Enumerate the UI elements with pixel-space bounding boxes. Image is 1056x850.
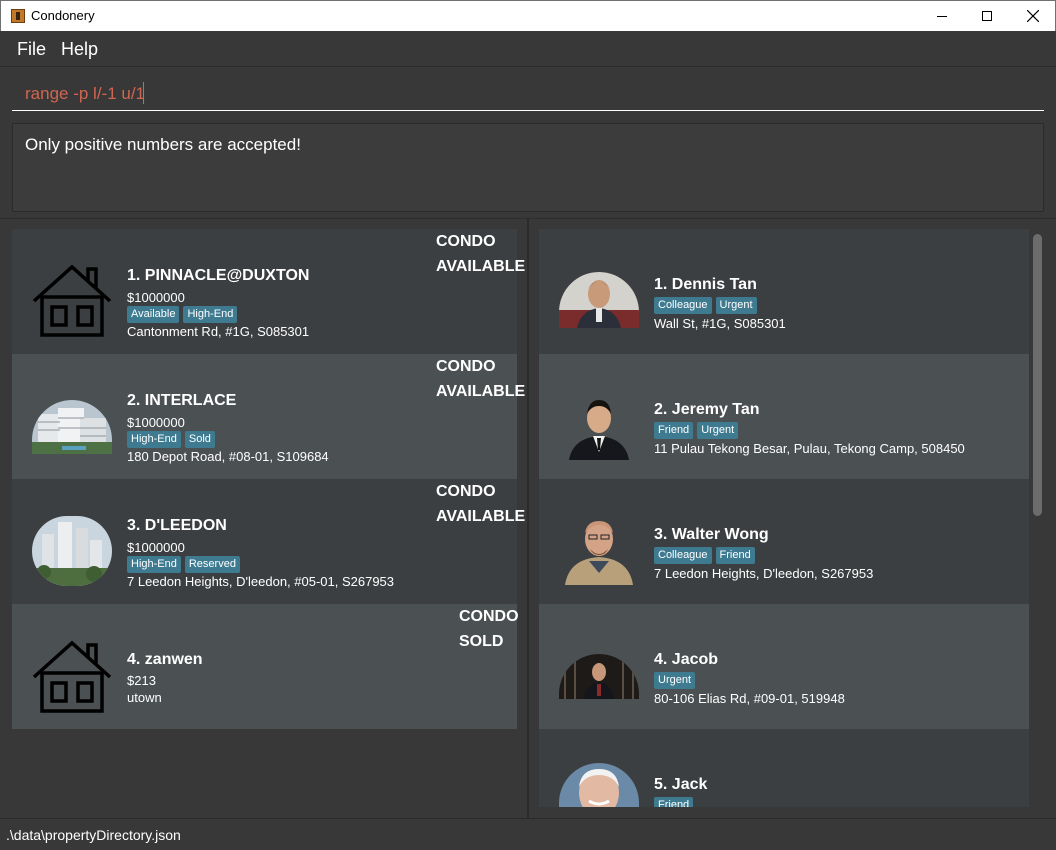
property-type: CONDO: [459, 608, 519, 625]
property-title: 2. INTERLACE: [127, 392, 237, 409]
client-address: 7 Leedon Heights, D'leedon, S267953: [654, 566, 874, 581]
property-tags: High-End Reserved: [127, 556, 240, 573]
command-box: [0, 67, 1056, 119]
tag: Urgent: [715, 297, 757, 314]
property-title: 1. PINNACLE@DUXTON: [127, 267, 310, 284]
client-name: 3. Walter Wong: [654, 526, 769, 543]
property-photo: [32, 516, 112, 586]
property-tags: Available High-End: [127, 306, 238, 323]
tag: High-End: [183, 306, 238, 323]
client-photo: [559, 763, 639, 807]
property-title: 3. D'LEEDON: [127, 517, 227, 534]
close-icon: [1027, 10, 1039, 22]
client-address: Wall St, #1G, S085301: [654, 316, 786, 331]
client-name: 5. Jack: [654, 776, 708, 793]
property-status: AVAILABLE: [436, 258, 526, 275]
house-icon: [32, 640, 112, 713]
client-tags: Friend: [654, 797, 694, 807]
property-card[interactable]: 1. PINNACLE@DUXTON $1000000 Available Hi…: [12, 229, 525, 354]
client-card[interactable]: 5. Jack Friend: [539, 729, 1029, 807]
property-price: $1000000: [127, 540, 185, 555]
client-card[interactable]: 4. Jacob Urgent 80-106 Elias Rd, #09-01,…: [539, 604, 1029, 729]
text-caret: [143, 82, 144, 104]
minimize-button[interactable]: [919, 1, 965, 31]
client-tags: Colleague Friend: [654, 547, 755, 564]
app-icon: [11, 9, 25, 23]
tag: Urgent: [697, 422, 739, 439]
menu-bar: File Help: [0, 31, 1056, 67]
tag: Colleague: [654, 547, 712, 564]
maximize-icon: [982, 11, 992, 21]
client-photo: [559, 654, 639, 699]
property-type: CONDO: [436, 233, 496, 250]
property-status: SOLD: [459, 633, 504, 650]
property-type: CONDO: [436, 358, 496, 375]
property-price: $1000000: [127, 415, 185, 430]
maximize-button[interactable]: [964, 1, 1010, 31]
status-bar: .\data\propertyDirectory.json: [0, 818, 1056, 850]
client-tags: Friend Urgent: [654, 422, 739, 439]
property-card[interactable]: 4. zanwen $213 utown CONDO SOLD: [12, 604, 519, 729]
client-photo: [559, 272, 639, 328]
property-price: $213: [127, 673, 156, 688]
tag: Urgent: [654, 672, 696, 689]
property-card[interactable]: 3. D'LEEDON $1000000 High-End Reserved 7…: [12, 479, 525, 604]
client-name: 2. Jeremy Tan: [654, 401, 760, 418]
client-tags: Urgent: [654, 672, 696, 689]
property-address: 180 Depot Road, #08-01, S109684: [127, 449, 329, 464]
window-title: Condonery: [31, 8, 95, 23]
client-card[interactable]: 2. Jeremy Tan Friend Urgent 11 Pulau Tek…: [539, 354, 1029, 479]
property-status: AVAILABLE: [436, 383, 526, 400]
result-display: Only positive numbers are accepted!: [12, 123, 1044, 212]
minimize-icon: [937, 15, 947, 17]
tag: Friend: [654, 422, 694, 439]
client-name: 4. Jacob: [654, 651, 719, 668]
property-title: 4. zanwen: [127, 651, 203, 668]
command-input[interactable]: [12, 77, 1044, 111]
property-price: $1000000: [127, 290, 185, 305]
property-type: CONDO: [436, 483, 496, 500]
close-button[interactable]: [1010, 1, 1056, 31]
client-name: 1. Dennis Tan: [654, 276, 757, 293]
client-photo: [559, 392, 639, 460]
window-titlebar: Condonery: [0, 0, 1056, 31]
tag: High-End: [127, 556, 181, 573]
client-card[interactable]: 3. Walter Wong Colleague Friend 7 Leedon…: [539, 479, 1029, 604]
menu-file[interactable]: File: [17, 39, 46, 60]
client-card[interactable]: 1. Dennis Tan Colleague Urgent Wall St, …: [539, 229, 1029, 354]
tag: Reserved: [184, 556, 240, 573]
data-file-path: .\data\propertyDirectory.json: [6, 827, 181, 843]
tag: High-End: [127, 431, 181, 448]
client-tags: Colleague Urgent: [654, 297, 757, 314]
property-address: Cantonment Rd, #1G, S085301: [127, 324, 310, 339]
property-address: 7 Leedon Heights, D'leedon, #05-01, S267…: [127, 574, 395, 589]
property-card[interactable]: 2. INTERLACE $1000000 High-End Sold 180 …: [12, 354, 525, 479]
scrollbar-thumb[interactable]: [1033, 234, 1042, 516]
property-status: AVAILABLE: [436, 508, 526, 525]
client-address: 11 Pulau Tekong Besar, Pulau, Tekong Cam…: [654, 441, 965, 456]
property-address: utown: [127, 690, 162, 705]
menu-help[interactable]: Help: [61, 39, 98, 60]
tag: Friend: [654, 797, 694, 807]
client-photo: [559, 515, 639, 585]
result-message: Only positive numbers are accepted!: [25, 135, 301, 154]
tag: Colleague: [654, 297, 712, 314]
tag: Available: [127, 306, 180, 323]
house-icon: [32, 264, 112, 337]
property-tags: High-End Sold: [127, 431, 215, 448]
split-divider[interactable]: [527, 218, 529, 818]
tag: Friend: [715, 547, 755, 564]
tag: Sold: [184, 431, 215, 448]
property-photo: [32, 400, 112, 454]
client-address: 80-106 Elias Rd, #09-01, 519948: [654, 691, 845, 706]
